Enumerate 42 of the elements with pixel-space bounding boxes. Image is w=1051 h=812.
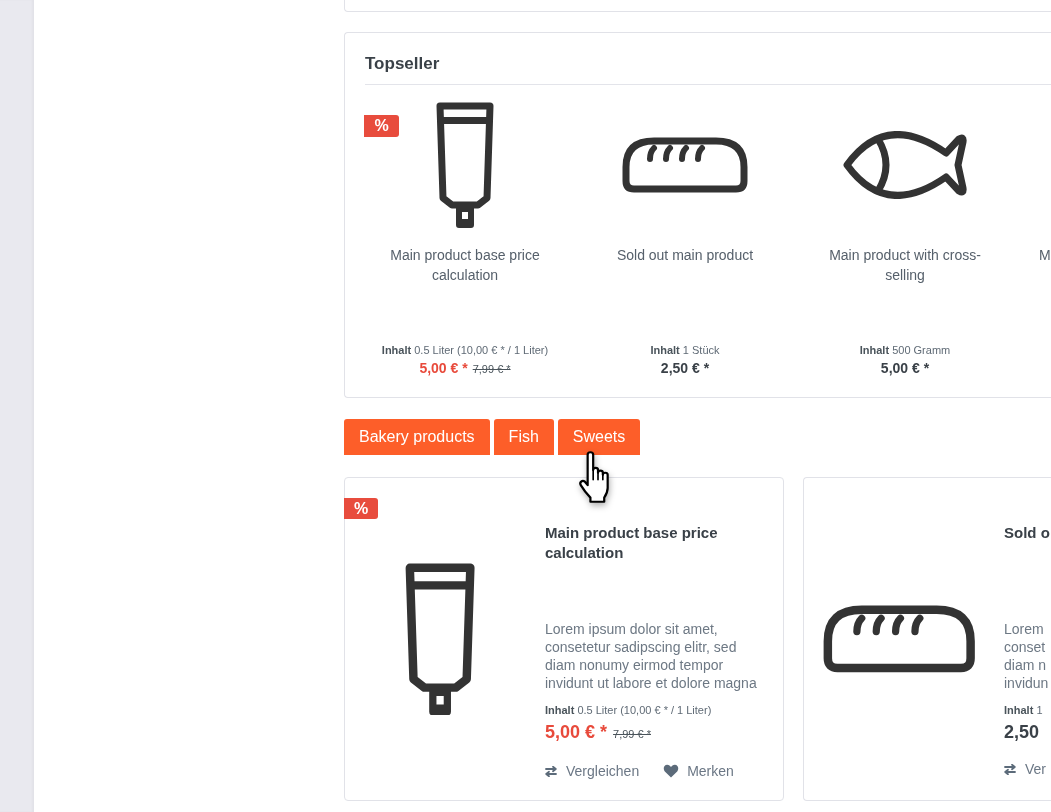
price: 2,50 € * bbox=[660, 359, 710, 377]
product-title[interactable]: Sold o bbox=[1004, 523, 1050, 543]
tube-icon[interactable] bbox=[404, 562, 476, 716]
content-label: Inhalt bbox=[1004, 704, 1034, 716]
product-name[interactable]: M bbox=[1039, 245, 1051, 265]
swap-arrows-icon bbox=[545, 765, 557, 777]
content-value: 1 Stück bbox=[682, 344, 720, 356]
product-name[interactable]: Main product base price calculation bbox=[375, 245, 555, 285]
price: 5,00 € * bbox=[880, 359, 930, 377]
content-label: Inhalt bbox=[381, 344, 412, 356]
content-label: Inhalt bbox=[545, 704, 575, 716]
wishlist-link[interactable]: Merken bbox=[663, 761, 734, 781]
old-price: 7,99 € * bbox=[613, 727, 651, 742]
product-description: Lorem ipsum dolor sit amet, consetetur sadipscing elitr, sed diam nonumy eirmod tempor invidunt ut labore et dolore magna bbox=[545, 620, 758, 692]
product-title[interactable]: Main product base price calculation bbox=[545, 523, 767, 563]
content-value: 0.5 Liter (10,00 € * / 1 Liter) bbox=[577, 704, 712, 716]
panel-title: Topseller bbox=[365, 53, 440, 75]
price: 5,00 € * bbox=[545, 721, 608, 743]
content-label: Inhalt bbox=[859, 344, 890, 356]
fish-icon[interactable] bbox=[842, 131, 968, 199]
price: 5,00 € * bbox=[419, 359, 468, 377]
heart-icon bbox=[663, 764, 680, 778]
tube-icon[interactable] bbox=[436, 102, 494, 228]
bread-icon[interactable] bbox=[622, 137, 748, 193]
discount-badge: % bbox=[344, 498, 378, 519]
price: 2,50 bbox=[1004, 721, 1040, 743]
compare-link[interactable]: Ver bbox=[1004, 759, 1046, 779]
product-name[interactable]: Main product with cross-selling bbox=[815, 245, 995, 285]
content-value: 500 Gramm bbox=[892, 344, 951, 356]
description-line: conset bbox=[1004, 638, 1046, 656]
description-line: Lorem bbox=[1004, 620, 1044, 638]
swap-arrows-icon bbox=[1004, 763, 1016, 775]
old-price: 7,99 € * bbox=[472, 362, 511, 377]
discount-badge: % bbox=[364, 115, 399, 137]
content-value: 1 bbox=[1036, 704, 1043, 716]
product-name[interactable]: Sold out main product bbox=[616, 245, 754, 265]
description-line: invidun bbox=[1004, 674, 1049, 692]
content-label: Inhalt bbox=[650, 344, 680, 356]
content-value: 0.5 Liter (10,00 € * / 1 Liter) bbox=[414, 344, 549, 356]
description-line: diam n bbox=[1004, 656, 1047, 674]
compare-link[interactable]: Vergleichen bbox=[545, 761, 640, 781]
bread-icon[interactable] bbox=[822, 605, 976, 673]
